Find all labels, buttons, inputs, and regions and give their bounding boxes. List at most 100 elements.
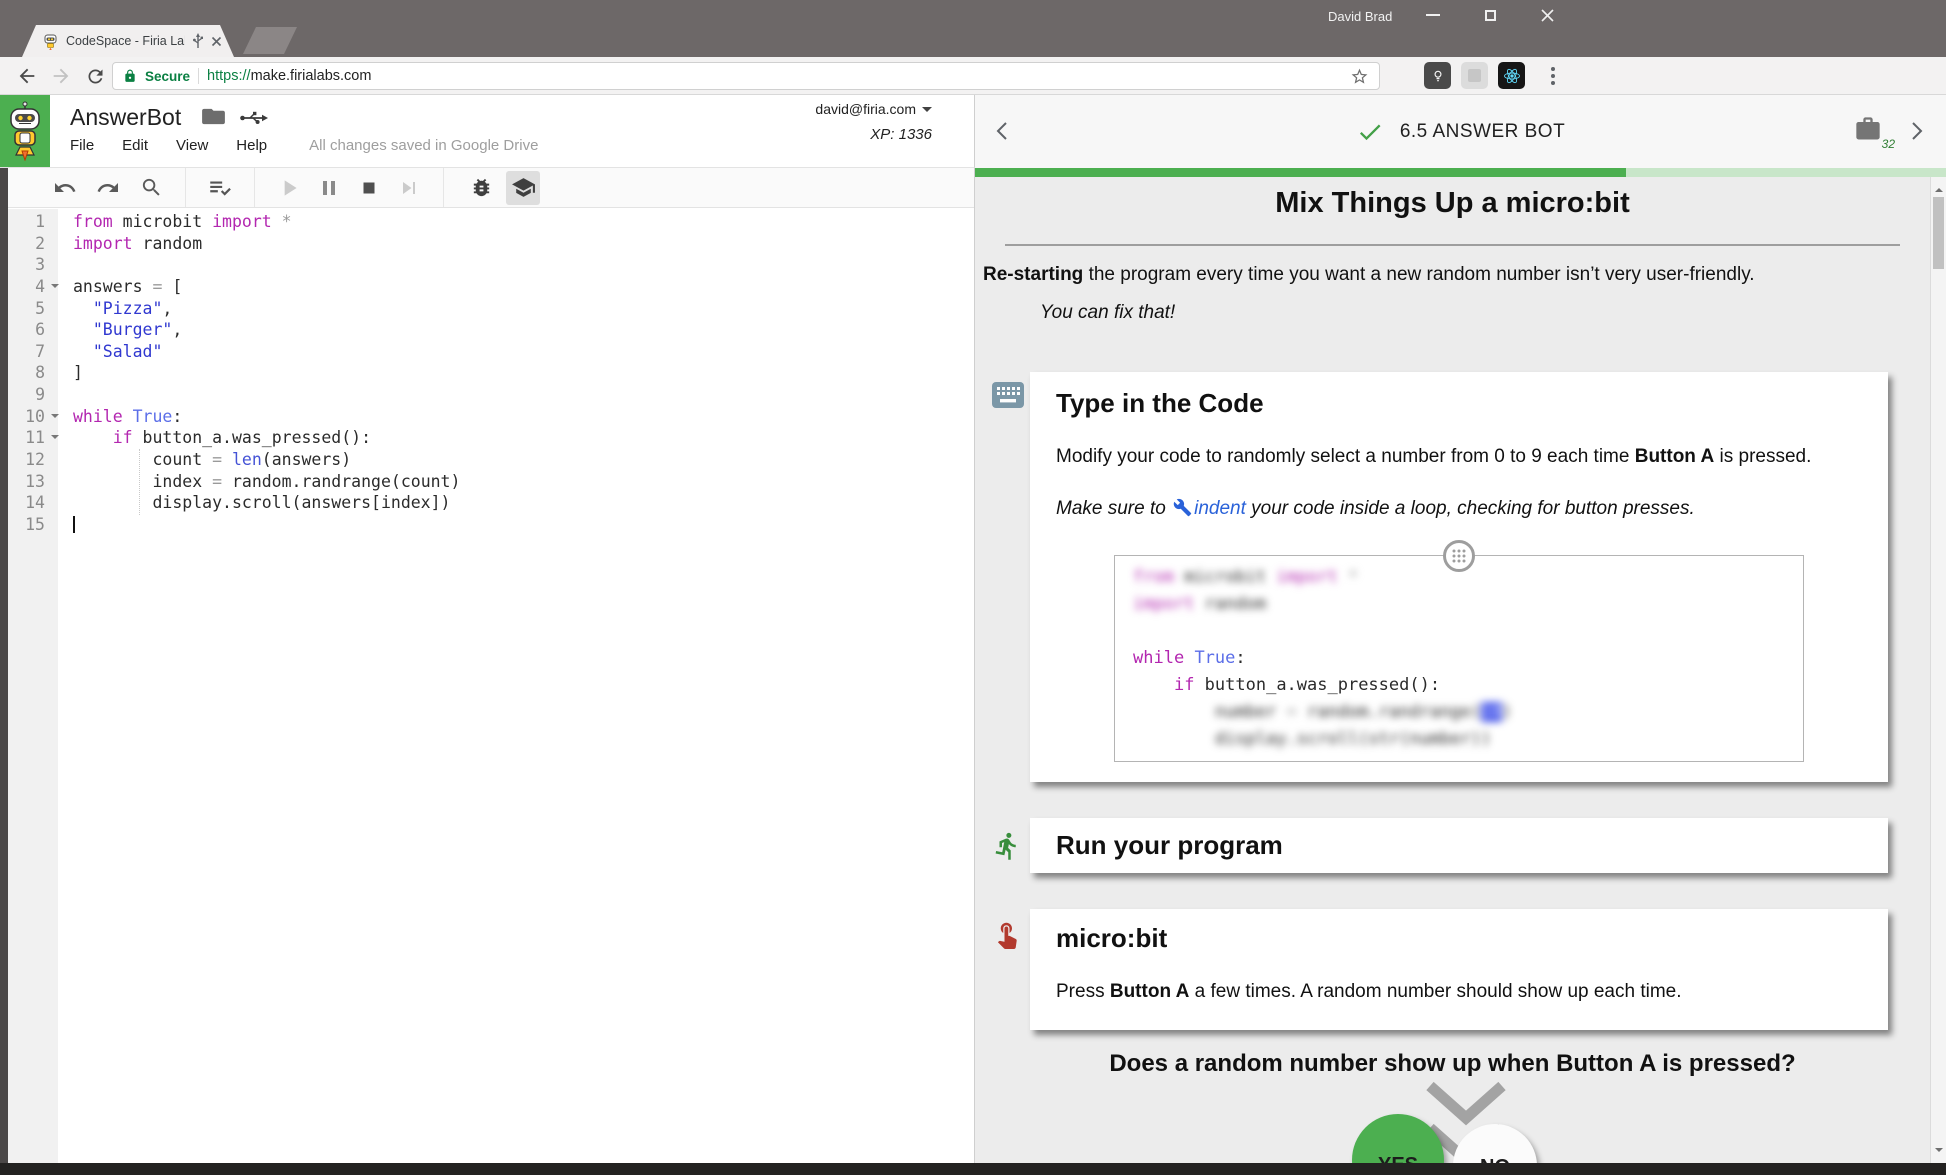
tab-close-icon[interactable]: [211, 36, 222, 47]
snippet-line: display.scroll(str(number)): [1133, 726, 1803, 753]
xp-counter: XP: 1336: [815, 126, 932, 143]
code-line[interactable]: 9: [8, 384, 974, 406]
skip-next-icon: [397, 176, 421, 200]
extension-react-devtools-icon[interactable]: [1498, 62, 1525, 89]
code-line[interactable]: 8]: [8, 362, 974, 384]
pause-icon: [317, 176, 341, 200]
menu-edit[interactable]: Edit: [122, 137, 148, 154]
extension-lightbulb-icon[interactable]: [1424, 62, 1451, 89]
code-line[interactable]: 12 count = len(answers): [8, 449, 974, 471]
lesson-progress-bar: [975, 168, 1946, 177]
account-email-dropdown[interactable]: david@firia.com: [815, 101, 932, 117]
menu-file[interactable]: File: [70, 137, 94, 154]
code-line[interactable]: 11 if button_a.was_pressed():: [8, 427, 974, 449]
code-editor-pane: 1from microbit import *2import random34a…: [8, 168, 975, 1163]
browser-profile-name[interactable]: David Brad: [1328, 9, 1392, 24]
account-block: david@firia.com XP: 1336: [815, 101, 932, 143]
code-line[interactable]: 13 index = random.randrange(count): [8, 471, 974, 493]
tab-title: CodeSpace - Firia Labs: [66, 34, 185, 48]
line-number: 9: [8, 384, 58, 406]
playlist-check-icon: [207, 175, 233, 201]
pause-button[interactable]: [316, 175, 342, 201]
debug-button[interactable]: [468, 175, 494, 201]
menu-help[interactable]: Help: [236, 137, 267, 154]
lesson-paragraph: Re-starting the program every time you w…: [983, 262, 1920, 288]
minimize-icon: [1426, 14, 1440, 16]
code-line[interactable]: 7 "Salad": [8, 341, 974, 363]
bookmark-star-icon[interactable]: [1350, 67, 1369, 86]
microbit-card: micro:bit Press Button A a few times. A …: [1030, 909, 1888, 1030]
refresh-button[interactable]: [82, 63, 108, 89]
undo-button[interactable]: [52, 175, 78, 201]
line-number: 4: [8, 276, 58, 298]
code-line[interactable]: 15: [8, 514, 974, 536]
lesson-pane: Mix Things Up a micro:bit Re-starting th…: [975, 177, 1946, 1163]
code-line[interactable]: 1from microbit import *: [8, 211, 974, 233]
url-host: make.firialabs.com: [251, 68, 372, 84]
account-email: david@firia.com: [815, 101, 916, 117]
code-line[interactable]: 3: [8, 254, 974, 276]
scroll-up-icon[interactable]: [1935, 184, 1943, 192]
step-button[interactable]: [396, 175, 422, 201]
indent-link[interactable]: indent: [1194, 498, 1246, 519]
window-minimize-button[interactable]: [1410, 0, 1456, 30]
card-body: Modify your code to randomly select a nu…: [1056, 443, 1862, 471]
refresh-icon: [85, 66, 106, 87]
toolbox-button[interactable]: 32: [1854, 115, 1888, 149]
browser-menu-button[interactable]: [1540, 63, 1566, 89]
code-line[interactable]: 2import random: [8, 233, 974, 255]
lessons-toggle-button[interactable]: [506, 171, 540, 205]
back-button[interactable]: [14, 63, 40, 89]
line-number: 7: [8, 341, 58, 363]
code-line[interactable]: 4answers = [: [8, 276, 974, 298]
extension-disabled-icon[interactable]: [1461, 62, 1488, 89]
wrench-icon: [1173, 498, 1192, 517]
card-heading: micro:bit: [1056, 923, 1862, 954]
code-line[interactable]: 14 display.scroll(answers[index]): [8, 492, 974, 514]
code-area[interactable]: 1from microbit import *2import random34a…: [8, 208, 974, 536]
body-pre: Modify your code to randomly select a nu…: [1056, 446, 1635, 467]
stop-button[interactable]: [356, 175, 382, 201]
back-icon: [16, 65, 38, 87]
code-line[interactable]: 5 "Pizza",: [8, 298, 974, 320]
menu-view[interactable]: View: [176, 137, 208, 154]
open-folder-button[interactable]: [202, 107, 225, 126]
fold-arrow-icon[interactable]: [51, 435, 59, 443]
toolbox-count: 32: [1882, 137, 1895, 151]
new-tab-button[interactable]: [243, 27, 297, 54]
fold-arrow-icon[interactable]: [51, 414, 59, 422]
check-code-button[interactable]: [207, 175, 233, 201]
line-number: 8: [8, 362, 58, 384]
lesson-code-snippet: from microbit import *import randomwhile…: [1114, 555, 1804, 762]
lesson-scrollbar[interactable]: [1930, 177, 1946, 1163]
card-tip: Make sure to indent your code inside a l…: [1056, 495, 1862, 523]
search-button[interactable]: [138, 175, 164, 201]
line-number: 6: [8, 319, 58, 341]
body-bold: Button A: [1110, 981, 1190, 1002]
code-line[interactable]: 6 "Burger",: [8, 319, 974, 341]
lesson-note: You can fix that!: [1040, 302, 1930, 324]
code-line[interactable]: 10while True:: [8, 406, 974, 428]
browser-tab[interactable]: CodeSpace - Firia Labs: [22, 25, 234, 57]
address-bar[interactable]: Secure https://make.firialabs.com: [112, 62, 1380, 90]
app-header: AnswerBot File Edit View Help All change…: [0, 95, 975, 168]
window-close-button[interactable]: [1524, 0, 1570, 30]
window-left-edge: [0, 168, 8, 1163]
scrollbar-thumb[interactable]: [1933, 197, 1944, 269]
lesson-header: 6.5 ANSWER BOT 32: [975, 95, 1946, 168]
usb-connect-button[interactable]: [240, 110, 268, 126]
redo-button[interactable]: [95, 175, 121, 201]
reveal-handle-icon[interactable]: [1442, 539, 1476, 573]
window-titlebar: CodeSpace - Firia Labs David Brad: [0, 0, 1946, 57]
tab-usb-icon: [192, 33, 204, 49]
document-title[interactable]: AnswerBot: [70, 104, 181, 131]
window-maximize-button[interactable]: [1467, 0, 1513, 30]
forward-button[interactable]: [48, 63, 74, 89]
usb-icon: [240, 110, 268, 126]
run-button[interactable]: [276, 175, 302, 201]
scroll-down-icon[interactable]: [1935, 1148, 1943, 1156]
line-number: 13: [8, 471, 58, 493]
fold-arrow-icon[interactable]: [51, 284, 59, 292]
lesson-next-button[interactable]: [1904, 119, 1928, 143]
browser-toolbar: Secure https://make.firialabs.com: [0, 57, 1946, 95]
